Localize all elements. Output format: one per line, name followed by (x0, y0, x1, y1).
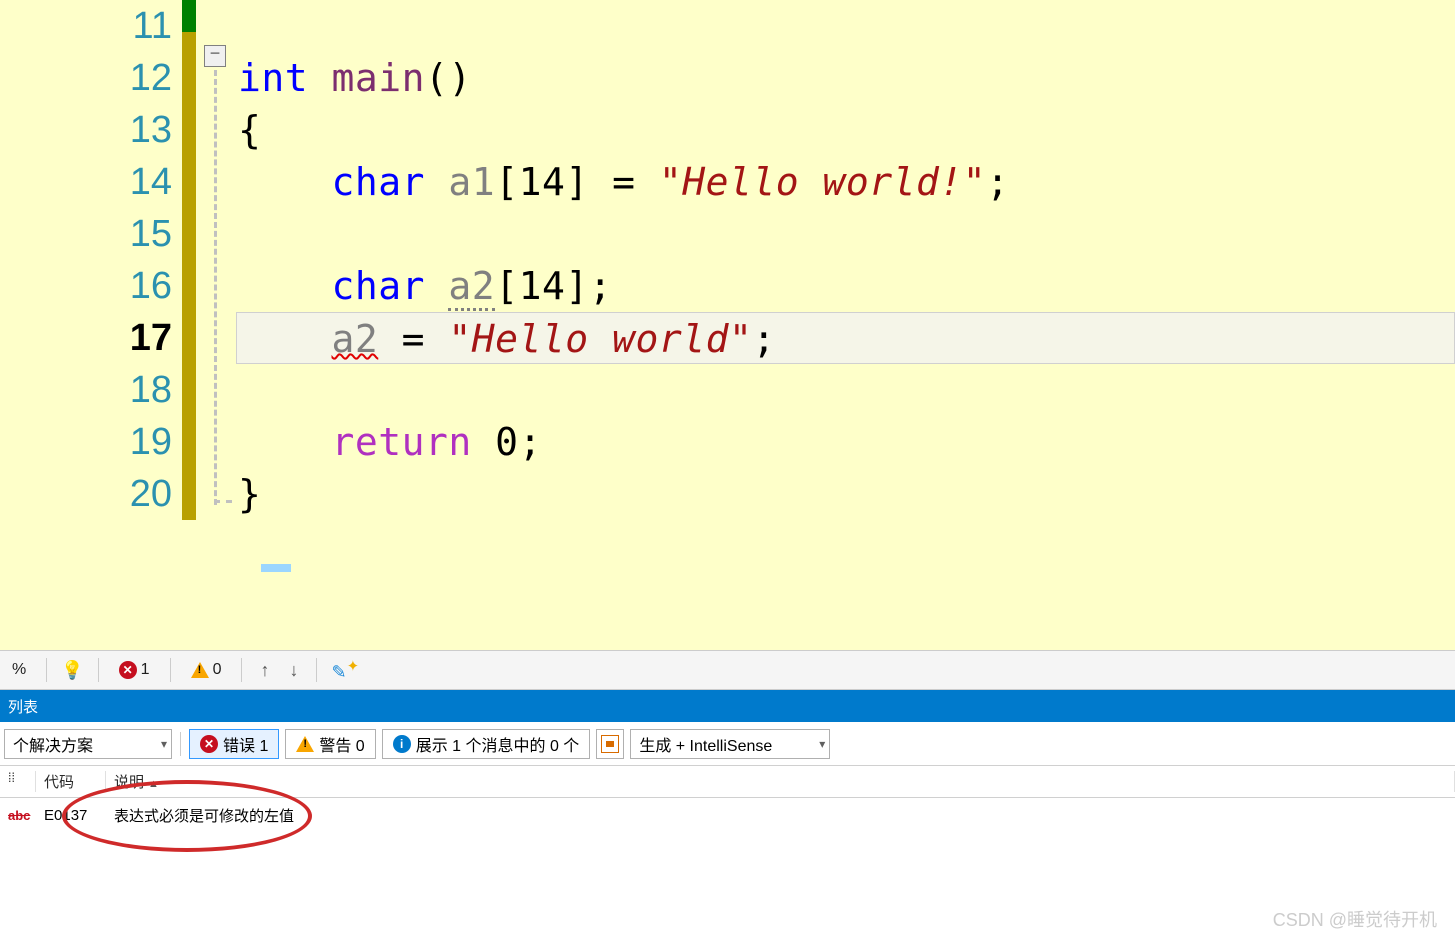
identifier: a1 (448, 160, 495, 204)
separator (170, 658, 171, 682)
fold-end-marker (214, 500, 232, 503)
collapse-icon[interactable]: − (204, 45, 226, 67)
warnings-filter-button[interactable]: 警告 0 (285, 729, 375, 759)
panel-title-bar[interactable]: 列表 (0, 690, 1455, 722)
panel-title: 列表 (8, 696, 38, 717)
keyword-return: return (332, 420, 472, 464)
build-filter-button[interactable] (596, 729, 624, 759)
unsaved-change-marker (182, 32, 196, 520)
zoom-percent[interactable]: % (6, 659, 32, 681)
code-editor[interactable]: 11 12 13 14 15 16 17 18 19 20 − int main… (0, 0, 1455, 650)
code-content[interactable]: int main() { char a1[14] = "Hello world!… (238, 0, 1455, 650)
line-number: 17 (0, 312, 172, 364)
error-list-row[interactable]: abc E0137 表达式必须是可修改的左值 (0, 798, 1455, 832)
editor-toolbar: % 💡 ✕1 0 ↑ ↓ ✎✦ (0, 650, 1455, 690)
line-number-gutter: 11 12 13 14 15 16 17 18 19 20 (0, 0, 180, 650)
fold-guide (214, 70, 217, 505)
saved-change-marker (182, 0, 196, 32)
keyword: char (332, 160, 426, 204)
error-icon: ✕ (200, 735, 218, 753)
function-name: main (332, 56, 426, 100)
brace-open: { (238, 108, 261, 152)
fold-column: − (198, 0, 238, 650)
sort-asc-icon: ▲ (148, 778, 159, 790)
messages-filter-button[interactable]: i展示 1 个消息中的 0 个 (382, 729, 591, 759)
parens: () (425, 56, 472, 100)
keyword: int (238, 56, 308, 100)
error-identifier: a2 (332, 317, 379, 361)
separator (316, 658, 317, 682)
source-filter-combo[interactable]: 生成 + IntelliSense (630, 729, 830, 759)
warning-icon (191, 662, 209, 678)
keyword: char (332, 264, 426, 308)
separator (46, 658, 47, 682)
line-number: 15 (0, 208, 172, 260)
watermark: CSDN @睡觉待开机 (1273, 906, 1437, 932)
errors-filter-button[interactable]: ✕错误 1 (189, 729, 279, 759)
intellisense-error-icon: abc (8, 808, 30, 823)
identifier: a2 (448, 264, 495, 311)
error-list-header[interactable]: ⁞⁞ 代码 说明▲ (0, 766, 1455, 798)
warning-icon (296, 736, 314, 752)
line-number: 13 (0, 104, 172, 156)
error-list-panel: 个解决方案 ✕错误 1 警告 0 i展示 1 个消息中的 0 个 生成 + In… (0, 722, 1455, 832)
error-list-toolbar: 个解决方案 ✕错误 1 警告 0 i展示 1 个消息中的 0 个 生成 + In… (0, 722, 1455, 766)
prev-issue-button[interactable]: ↑ (256, 660, 273, 681)
string-literal: "Hello world" (448, 317, 752, 361)
line-number: 20 (0, 468, 172, 520)
current-line[interactable]: a2 = "Hello world"; (236, 312, 1455, 364)
separator (180, 732, 181, 756)
lightbulb-icon[interactable]: 💡 (61, 660, 83, 681)
separator (98, 658, 99, 682)
line-number: 11 (0, 0, 172, 52)
column-severity[interactable]: ⁞⁞ (0, 771, 36, 792)
line-number: 16 (0, 260, 172, 312)
filter-icon (601, 735, 619, 753)
info-icon: i (393, 735, 411, 753)
brace-close: } (238, 472, 261, 516)
indent-hint (261, 564, 291, 572)
next-issue-button[interactable]: ↓ (285, 660, 302, 681)
solution-filter-combo[interactable]: 个解决方案 (4, 729, 172, 759)
line-number: 18 (0, 364, 172, 416)
error-count-button[interactable]: ✕1 (113, 659, 156, 681)
error-description: 表达式必须是可修改的左值 (106, 805, 1455, 826)
column-code[interactable]: 代码 (36, 771, 106, 792)
line-number: 19 (0, 416, 172, 468)
separator (241, 658, 242, 682)
error-code: E0137 (36, 807, 106, 824)
warning-count-button[interactable]: 0 (185, 659, 228, 681)
change-markers (180, 0, 198, 650)
error-icon: ✕ (119, 661, 137, 679)
format-icon[interactable]: ✎✦ (331, 657, 359, 683)
line-number: 14 (0, 156, 172, 208)
string-literal: "Hello world!" (659, 160, 986, 204)
line-number: 12 (0, 52, 172, 104)
column-description[interactable]: 说明▲ (106, 771, 1455, 792)
